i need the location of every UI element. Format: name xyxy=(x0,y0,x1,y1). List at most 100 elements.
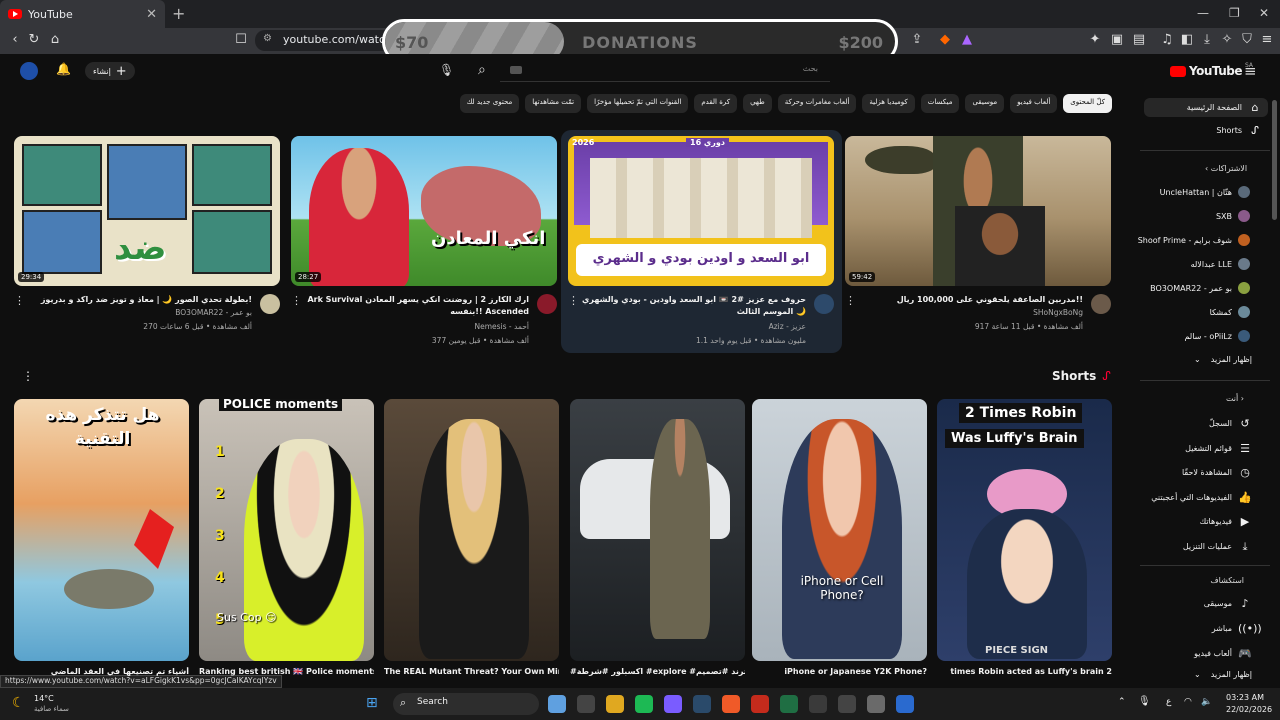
sidebar-scrollbar[interactable] xyxy=(1272,100,1277,220)
volume-icon[interactable]: 🔈 xyxy=(1201,697,1212,707)
sidebar-subscription[interactable]: سالم - oPiiLz xyxy=(1184,330,1250,342)
sidebar-you-item[interactable]: الفيديوهات التي أعجبتني 👍 xyxy=(1151,491,1252,504)
video-card[interactable]: ضد 29:34 بطولة تحدي الصور 🌙 | معاذ و توي… xyxy=(14,136,280,331)
sidebar-you-item[interactable]: عمليات التنزيل ⤓ xyxy=(1183,540,1252,554)
excel-app-icon[interactable] xyxy=(780,695,798,713)
channel-name[interactable]: SHoNgxBoNg xyxy=(1033,308,1083,317)
video-thumbnail[interactable]: انكي المعادن 28:27 xyxy=(291,136,557,286)
task-view-icon[interactable] xyxy=(548,695,566,713)
short-thumbnail[interactable]: POLICE moments 12345 Sus Cop 😏 xyxy=(199,399,374,661)
weather-icon[interactable]: ☾ xyxy=(12,695,25,711)
video-thumbnail[interactable]: 59:42 xyxy=(845,136,1111,286)
video-card[interactable]: 2026 دوري 16 ابو السعد و اودين بودي و ال… xyxy=(568,136,834,345)
sidebar-item-home[interactable]: الصفحة الرئيسية ⌂ xyxy=(1144,98,1268,117)
brave-shield-icon[interactable]: ◆ xyxy=(936,32,954,47)
steam-app-icon[interactable] xyxy=(693,695,711,713)
sidebar-toggle-icon[interactable]: ◧ xyxy=(1178,32,1196,47)
short-thumbnail[interactable] xyxy=(570,399,745,661)
close-tab-icon[interactable]: ✕ xyxy=(146,7,157,22)
channel-avatar[interactable] xyxy=(537,294,557,314)
leo-icon[interactable]: ✧ xyxy=(1218,32,1236,47)
notifications-icon[interactable]: 🔔 xyxy=(56,62,71,76)
browser-tab[interactable]: YouTube ✕ xyxy=(0,0,165,28)
taskbar-search[interactable]: ⌕ Search xyxy=(393,693,539,715)
keyboard-icon[interactable] xyxy=(510,66,522,74)
video-title[interactable]: Ark Survival ارك الكارز 2 | روضنت انكي ي… xyxy=(293,294,529,318)
home-icon[interactable]: ⌂ xyxy=(46,32,64,47)
search-box[interactable]: بحث xyxy=(500,60,830,82)
video-title[interactable]: حروف مع عزيز #2 📼 ابو السعد واودين - بود… xyxy=(570,294,806,318)
youtube-logo[interactable]: YouTube SA xyxy=(1170,62,1253,78)
shelf-more-icon[interactable]: ⋮ xyxy=(22,369,34,383)
channel-name[interactable]: Aziz - عزيز xyxy=(769,322,806,331)
channel-avatar[interactable] xyxy=(814,294,834,314)
media-icon[interactable]: ♫ xyxy=(1158,32,1176,47)
filter-chip[interactable]: محتوى جديد لك xyxy=(459,94,520,113)
filter-chip[interactable]: ألعاب مغامرات وحركة xyxy=(777,94,857,113)
short-thumbnail[interactable]: 2 Times Robin Was Luffy's Brain PIECE SI… xyxy=(937,399,1112,661)
video-card[interactable]: انكي المعادن 28:27 Ark Survival ارك الكا… xyxy=(291,136,557,345)
sidebar-you-item[interactable]: المشاهدة لاحقًا ◷ xyxy=(1182,466,1252,479)
wallet-icon[interactable]: ▤ xyxy=(1130,32,1148,47)
files-app-icon[interactable] xyxy=(606,695,624,713)
new-tab-icon[interactable]: + xyxy=(172,4,185,23)
channel-name[interactable]: BO3OMAR22 - بو عمر xyxy=(175,308,252,317)
you-header[interactable]: أنت › xyxy=(1226,394,1244,403)
obs-app-icon[interactable] xyxy=(867,695,885,713)
autodesk-app-icon[interactable] xyxy=(751,695,769,713)
rewards-icon[interactable]: ▲ xyxy=(958,32,976,47)
explorer-app-icon[interactable] xyxy=(577,695,595,713)
show-more-explore[interactable]: ⌄ إظهار المزيد xyxy=(1194,670,1252,679)
reload-icon[interactable]: ↻ xyxy=(25,32,43,47)
mic-icon[interactable]: 🎙 xyxy=(439,63,454,77)
sidebar-explore-item[interactable]: ألعاب فيديو 🎮 xyxy=(1194,647,1252,660)
downloads-icon[interactable]: ⤓ xyxy=(1198,32,1216,47)
brave-app-icon[interactable] xyxy=(722,695,740,713)
more-options-icon[interactable]: ⋮ xyxy=(14,294,25,307)
short-title[interactable]: The REAL Mutant Threat? Your Own Mind | … xyxy=(384,667,559,676)
filter-chip[interactable]: كوميديا هزلية xyxy=(862,94,915,113)
video-title[interactable]: بطولة تحدي الصور 🌙 | معاذ و تويز ضد راكد… xyxy=(16,294,252,306)
sidebar-subscription[interactable]: عبدالاله LLE xyxy=(1191,258,1250,270)
clock-date[interactable]: 22/02/2026 xyxy=(1226,705,1272,714)
video-card[interactable]: 59:42 مدربين الصاعقة يلحقوني على 100,000… xyxy=(845,136,1111,331)
create-button[interactable]: إنشاء + xyxy=(85,62,135,80)
terminal-app-icon[interactable] xyxy=(838,695,856,713)
more-options-icon[interactable]: ⋮ xyxy=(291,294,302,307)
filter-chip[interactable]: ميكسات xyxy=(920,94,960,113)
filter-chip[interactable]: موسيقى xyxy=(965,94,1005,113)
sidebar-subscription[interactable]: BO3OMAR22 - بو عمر xyxy=(1150,282,1250,294)
window-close-icon[interactable]: ✕ xyxy=(1259,6,1269,20)
extensions-icon[interactable]: ✦ xyxy=(1086,32,1104,47)
weather-temp[interactable]: 14°C xyxy=(34,694,54,703)
more-options-icon[interactable]: ⋮ xyxy=(845,294,856,307)
minimize-icon[interactable]: — xyxy=(1197,6,1209,20)
short-title[interactable]: times Robin acted as Luffy's brain 2 xyxy=(937,667,1112,676)
capcut-app-icon[interactable] xyxy=(809,695,827,713)
bookmark-icon[interactable]: ☐ xyxy=(232,32,250,47)
more-options-icon[interactable]: ⋮ xyxy=(568,294,579,307)
channel-avatar[interactable] xyxy=(1091,294,1111,314)
language-indicator[interactable]: ع xyxy=(1166,697,1171,707)
short-thumbnail[interactable]: iPhone or Cell Phone? xyxy=(752,399,927,661)
tray-mic-icon[interactable]: 🎙 xyxy=(1138,696,1151,707)
short-title[interactable]: Ranking best british 🇬🇧 Police moments xyxy=(199,667,374,676)
short-title[interactable]: #اكسبلور #شرطة #explore #ترند #تصميم xyxy=(570,667,745,676)
filter-chip[interactable]: كرة القدم xyxy=(694,94,738,113)
subscriptions-header[interactable]: ‹ الاشتراكات xyxy=(1205,164,1247,173)
channel-avatar[interactable] xyxy=(260,294,280,314)
short-thumbnail[interactable]: هل تتذكر هذه التقنية xyxy=(14,399,189,661)
back-icon[interactable]: ‹ xyxy=(6,32,24,47)
sidebar-subscription[interactable]: كمشكا xyxy=(1210,306,1250,318)
sidebar-you-item[interactable]: قوائم التشغيل ☰ xyxy=(1185,442,1252,455)
network-icon[interactable]: ◠ xyxy=(1184,697,1192,707)
video-title[interactable]: مدربين الصاعقة يلحقوني على 100,000 ريال!… xyxy=(847,294,1083,306)
start-icon[interactable]: ⊞ xyxy=(366,695,378,711)
short-thumbnail[interactable] xyxy=(384,399,559,661)
tray-chevron-icon[interactable]: ⌃ xyxy=(1118,697,1126,707)
menu-icon[interactable]: ≡ xyxy=(1258,32,1276,47)
active-app-icon[interactable] xyxy=(896,695,914,713)
filter-chip[interactable]: القنوات التي تمّ تحميلها مؤخرًا xyxy=(587,94,689,113)
site-info-icon[interactable]: ⚙ xyxy=(263,33,272,44)
sidebar-explore-item[interactable]: مباشر ((•)) xyxy=(1212,622,1262,635)
